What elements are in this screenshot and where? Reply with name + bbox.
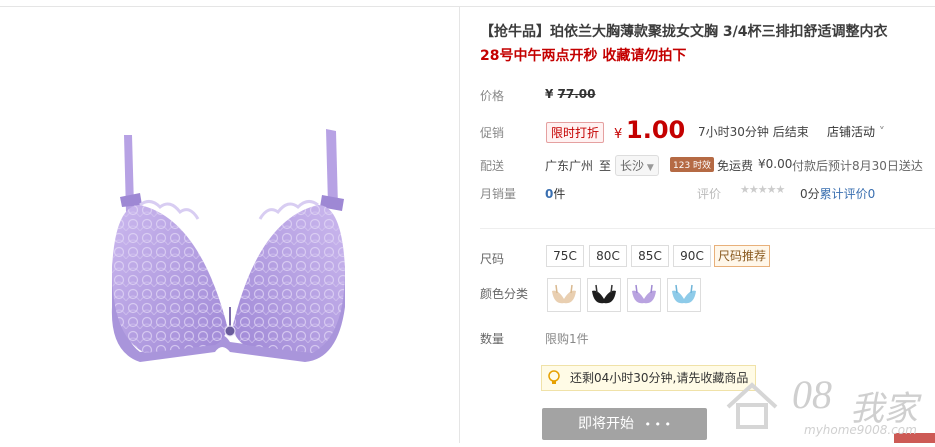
- review-label: 评价: [697, 187, 722, 201]
- lightbulb-icon: [548, 370, 560, 384]
- delivery-label: 配送: [480, 159, 505, 173]
- monthly-sales-label: 月销量: [480, 187, 517, 201]
- chevron-down-icon: ˅: [875, 125, 885, 139]
- ellipsis-dots: • • •: [644, 418, 671, 431]
- bra-thumbnail-icon: [632, 284, 656, 304]
- size-option-75c[interactable]: 75C: [546, 245, 584, 267]
- bra-thumbnail-icon: [552, 284, 576, 304]
- shop-activity-label: 店铺活动: [827, 125, 876, 139]
- shipping-fee: ¥0.00: [758, 157, 793, 171]
- watermark-url: myhome9008.com: [804, 423, 917, 437]
- promo-tag: 限时打折: [546, 122, 605, 143]
- review-summary: 0分累计评价0: [800, 185, 875, 202]
- color-swatch-blue[interactable]: [667, 278, 701, 312]
- size-label: 尺码: [480, 252, 505, 266]
- watermark-logo: 08: [792, 372, 832, 417]
- color-swatch-black[interactable]: [587, 278, 621, 312]
- shop-activity-dropdown[interactable]: 店铺活动 ˅: [827, 123, 885, 140]
- coming-soon-label: 即将开始: [578, 416, 635, 432]
- price-box: 价格 ¥ 77.00 促销 限时打折 ¥ 1.00 7小时30分钟 后结束 店铺…: [480, 78, 935, 211]
- bra-thumbnail-icon: [592, 284, 616, 304]
- color-label: 颜色分类: [480, 287, 529, 301]
- city-select[interactable]: 长沙 ▼: [615, 155, 659, 176]
- caret-down-icon: ▼: [644, 163, 654, 173]
- original-price-value: 77.00: [557, 87, 596, 101]
- quantity-limit: 限购1件: [545, 332, 589, 346]
- promo-label: 促销: [480, 126, 505, 140]
- size-recommend-button[interactable]: 尺码推荐: [714, 245, 771, 267]
- size-option-80c[interactable]: 80C: [589, 245, 627, 267]
- bra-illustration: [111, 129, 345, 362]
- color-swatch-skin[interactable]: [547, 278, 581, 312]
- bra-thumbnail-icon: [672, 284, 696, 304]
- monthly-sales-unit: 件: [553, 187, 566, 201]
- product-title: 【抢牛品】珀依兰大胸薄款聚拢女文胸 3/4杯三排扣舒适调整内衣: [480, 24, 888, 40]
- delivery-to-word: 至: [599, 159, 612, 173]
- free-shipping: 免运费: [717, 159, 754, 173]
- site-watermark: 08 我家 myhome9008.com: [708, 363, 935, 443]
- section-divider: [480, 228, 935, 229]
- price-label: 价格: [480, 89, 505, 103]
- review-count-link[interactable]: 累计评价0: [820, 187, 876, 201]
- promo-countdown: 7小时30分钟 后结束: [698, 125, 809, 139]
- color-swatch-purple[interactable]: [627, 278, 661, 312]
- rating-stars: ★★★★★: [740, 183, 785, 196]
- original-price: ¥ 77.00: [545, 87, 596, 101]
- promo-price: 1.00: [626, 116, 686, 144]
- rating-score: 0分: [800, 187, 820, 201]
- timeliness-badge: 123 时效: [670, 157, 715, 172]
- product-image[interactable]: [0, 7, 460, 443]
- promo-currency: ¥: [614, 127, 623, 142]
- delivery-eta: 付款后预计8月30日送达: [792, 159, 923, 173]
- delivery-from: 广东广州: [545, 159, 594, 173]
- size-option-90c[interactable]: 90C: [673, 245, 711, 267]
- monthly-sales-value: 0件: [545, 185, 565, 202]
- coming-soon-button[interactable]: 即将开始 • • •: [542, 408, 707, 440]
- original-price-currency: ¥: [545, 87, 554, 101]
- quantity-label: 数量: [480, 332, 505, 346]
- product-subtitle: 28号中午两点开秒 收藏请勿拍下: [480, 48, 687, 64]
- size-option-85c[interactable]: 85C: [631, 245, 669, 267]
- city-value: 长沙: [620, 159, 645, 173]
